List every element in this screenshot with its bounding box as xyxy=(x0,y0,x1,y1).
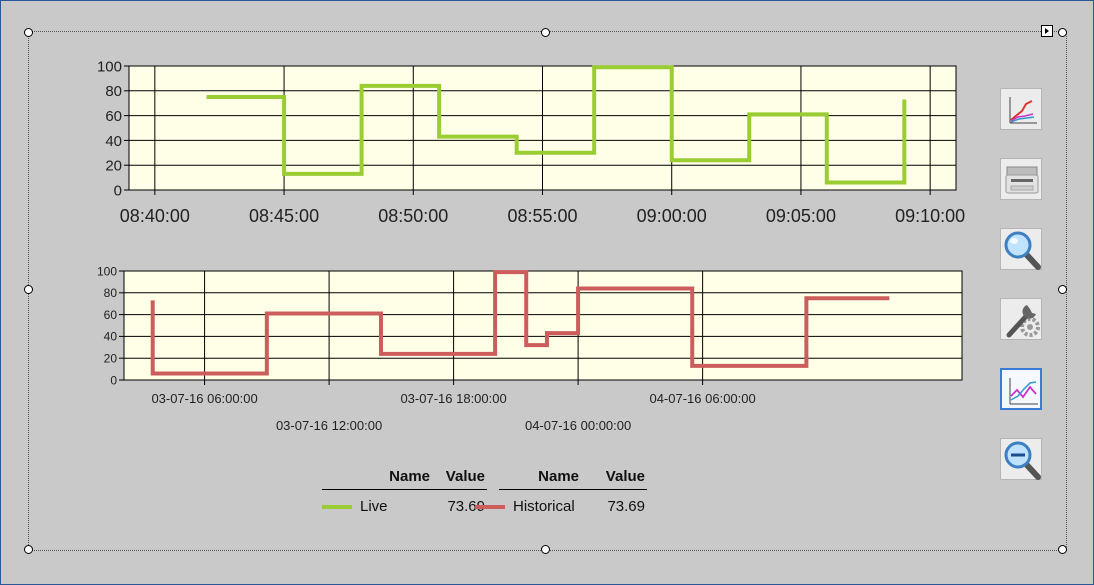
zoom-out-icon xyxy=(1004,441,1041,480)
y-tick-label: 80 xyxy=(104,286,118,300)
y-tick-label: 20 xyxy=(104,352,118,366)
y-tick-label: 0 xyxy=(110,373,117,387)
legend-table: Name Value Name Value Live 73.69 Histori… xyxy=(322,464,647,516)
trend-lines-icon xyxy=(1009,378,1038,405)
zoom-out-button[interactable] xyxy=(1000,438,1042,480)
live-line-swatch xyxy=(322,504,352,509)
plot-area xyxy=(123,270,963,381)
legend-item-live: Live xyxy=(322,490,430,517)
print-button[interactable] xyxy=(1000,158,1042,200)
legend-header-value: Value xyxy=(430,464,487,490)
chart-view-button[interactable] xyxy=(1000,88,1042,130)
legend-value-live: 73.69 xyxy=(447,497,485,515)
x-tick-label: 03-07-16 18:00:00 xyxy=(400,391,506,406)
x-tick-label: 04-07-16 00:00:00 xyxy=(525,418,631,433)
legend-name-historical: Historical xyxy=(513,497,575,515)
wrench-gear-icon xyxy=(1006,305,1040,338)
legend-item-historical: Historical xyxy=(475,490,579,517)
legend-header-name: Name xyxy=(499,464,579,490)
legend-header-name: Name xyxy=(322,464,430,490)
x-tick-label: 03-07-16 06:00:00 xyxy=(151,391,257,406)
x-tick-label: 03-07-16 12:00:00 xyxy=(276,418,382,433)
legend-value-historical: 73.69 xyxy=(607,497,645,515)
y-tick-label: 100 xyxy=(97,264,117,278)
y-tick-label: 60 xyxy=(104,308,118,322)
x-tick-label: 04-07-16 06:00:00 xyxy=(649,391,755,406)
magnifier-icon xyxy=(1004,231,1041,270)
legend-header-value: Value xyxy=(579,464,647,490)
historical-line-swatch xyxy=(475,504,505,509)
settings-button[interactable] xyxy=(1000,298,1042,340)
y-tick-label: 40 xyxy=(104,330,118,344)
line-chart-icon xyxy=(1009,97,1037,124)
legend-name-live: Live xyxy=(360,497,388,515)
zoom-in-button[interactable] xyxy=(1000,228,1042,270)
printer-icon xyxy=(1005,166,1039,194)
trend-button[interactable] xyxy=(1000,368,1042,410)
